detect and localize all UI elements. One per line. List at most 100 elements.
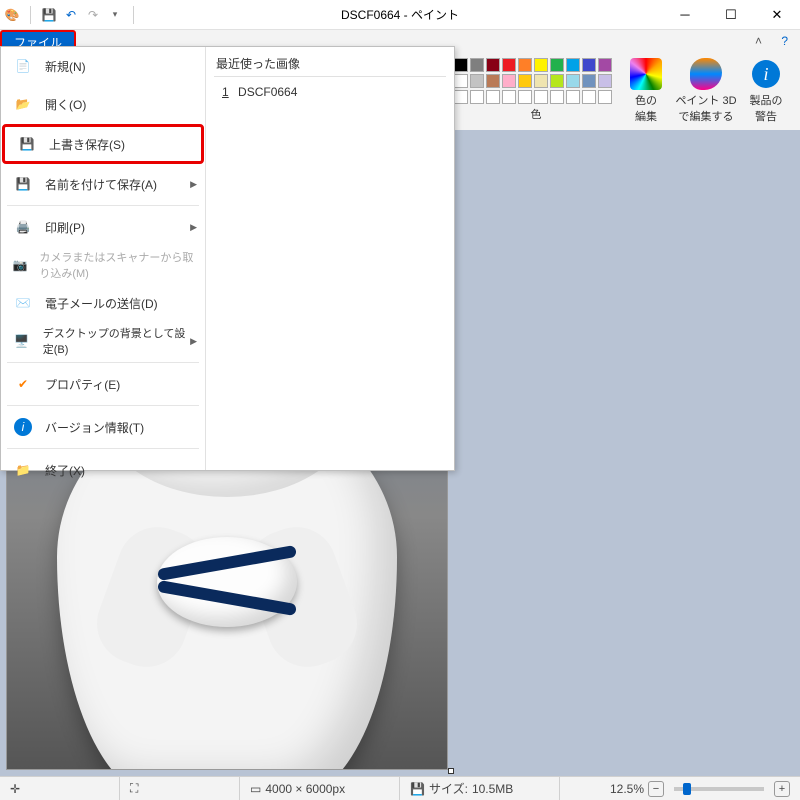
collapse-ribbon-icon[interactable]: ˄	[755, 34, 762, 48]
color-swatch[interactable]	[470, 90, 484, 104]
menu-open[interactable]: 📂 開く(O)	[1, 85, 205, 123]
size-label: サイズ:	[429, 780, 468, 797]
help-icon[interactable]: ?	[781, 34, 788, 48]
zoom-out-button[interactable]: −	[648, 781, 664, 797]
color-swatch[interactable]	[486, 90, 500, 104]
menu-open-label: 開く(O)	[45, 96, 86, 113]
info-icon: i	[11, 415, 35, 439]
color-wheel-icon	[630, 58, 662, 90]
wallpaper-icon: 🖥️	[11, 329, 33, 353]
menu-properties[interactable]: ✔ プロパティ(E)	[1, 365, 205, 403]
color-swatch[interactable]	[598, 74, 612, 88]
color-swatch[interactable]	[502, 74, 516, 88]
minimize-button[interactable]: ─	[662, 0, 708, 30]
zoom-slider[interactable]	[674, 787, 764, 791]
zoom-in-button[interactable]: +	[774, 781, 790, 797]
paint3d-icon	[690, 58, 722, 90]
cursor-icon: ✛	[10, 782, 20, 796]
size-value: 10.5MB	[472, 782, 513, 796]
save-qat-icon[interactable]: 💾	[41, 7, 57, 23]
menu-save-label: 上書き保存(S)	[49, 136, 125, 153]
maximize-button[interactable]: ☐	[708, 0, 754, 30]
selection-icon: ⛶	[130, 781, 138, 796]
file-menu-commands: 📄 新規(N) 📂 開く(O) 💾 上書き保存(S) 💾 名前を付けて保存(A)…	[1, 47, 206, 470]
color-swatch[interactable]	[582, 74, 596, 88]
submenu-arrow-icon: ▶	[190, 336, 197, 347]
color-swatch[interactable]	[518, 90, 532, 104]
qat-dropdown-icon[interactable]: ▾	[107, 7, 123, 23]
paint-app-icon: 🎨	[4, 7, 20, 23]
color-swatch[interactable]	[518, 74, 532, 88]
color-swatch[interactable]	[502, 90, 516, 104]
menu-wallpaper[interactable]: 🖥️ デスクトップの背景として設定(B) ▶	[1, 322, 205, 360]
menu-about-label: バージョン情報(T)	[45, 419, 144, 436]
color-swatch[interactable]	[518, 58, 532, 72]
color-swatch[interactable]	[534, 58, 548, 72]
menu-save[interactable]: 💾 上書き保存(S)	[2, 124, 204, 164]
color-swatch[interactable]	[598, 90, 612, 104]
recent-file-index: 1	[222, 85, 229, 99]
menu-properties-label: プロパティ(E)	[45, 376, 120, 393]
menu-scanner: 📷 カメラまたはスキャナーから取り込み(M)	[1, 246, 205, 284]
disk-icon: 💾	[410, 782, 425, 796]
color-swatch[interactable]	[486, 74, 500, 88]
paint3d-button[interactable]: ペイント 3D で編集する	[674, 58, 738, 124]
color-swatch[interactable]	[454, 90, 468, 104]
submenu-arrow-icon: ▶	[190, 222, 197, 233]
save-as-icon: 💾	[11, 172, 35, 196]
edit-colors-button[interactable]: 色の 編集	[620, 58, 672, 124]
color-swatch[interactable]	[550, 74, 564, 88]
recent-files-header: 最近使った画像	[214, 51, 446, 77]
color-swatch[interactable]	[534, 74, 548, 88]
redo-icon[interactable]: ↷	[85, 7, 101, 23]
file-menu: 📄 新規(N) 📂 開く(O) 💾 上書き保存(S) 💾 名前を付けて保存(A)…	[0, 46, 455, 471]
paint3d-label: ペイント 3D で編集する	[674, 92, 738, 124]
color-swatch[interactable]	[566, 58, 580, 72]
menu-about[interactable]: i バージョン情報(T)	[1, 408, 205, 446]
window-title: DSCF0664 - ペイント	[138, 6, 662, 23]
colors-group-label: 色	[454, 106, 618, 122]
color-swatch[interactable]	[470, 74, 484, 88]
color-swatch[interactable]	[454, 74, 468, 88]
file-size: 💾 サイズ: 10.5MB	[400, 777, 560, 800]
menu-scanner-label: カメラまたはスキャナーから取り込み(M)	[39, 249, 195, 281]
color-swatch[interactable]	[582, 58, 596, 72]
zoom-controls: 12.5% − +	[600, 777, 800, 800]
color-swatch[interactable]	[598, 58, 612, 72]
color-swatch[interactable]	[454, 58, 468, 72]
scanner-icon: 📷	[11, 253, 29, 277]
menu-print-label: 印刷(P)	[45, 219, 85, 236]
color-swatch[interactable]	[566, 74, 580, 88]
file-menu-recent: 最近使った画像 1 DSCF0664	[206, 47, 454, 470]
info-icon: i	[750, 58, 782, 90]
cursor-position: ✛	[0, 777, 120, 800]
printer-icon: 🖨️	[11, 215, 35, 239]
new-file-icon: 📄	[11, 54, 35, 78]
recent-file-item[interactable]: 1 DSCF0664	[214, 81, 446, 103]
menu-email[interactable]: ✉️ 電子メールの送信(D)	[1, 284, 205, 322]
color-swatch[interactable]	[582, 90, 596, 104]
dimensions-value: 4000 × 6000px	[265, 782, 345, 796]
menu-email-label: 電子メールの送信(D)	[45, 295, 158, 312]
product-alert-button[interactable]: i 製品の 警告	[740, 58, 792, 124]
color-swatch[interactable]	[566, 90, 580, 104]
menu-save-as[interactable]: 💾 名前を付けて保存(A) ▶	[1, 165, 205, 203]
undo-icon[interactable]: ↶	[63, 7, 79, 23]
status-bar: ✛ ⛶ ▭ 4000 × 6000px 💾 サイズ: 10.5MB 12.5% …	[0, 776, 800, 800]
color-swatch[interactable]	[550, 58, 564, 72]
menu-print[interactable]: 🖨️ 印刷(P) ▶	[1, 208, 205, 246]
close-button[interactable]: ✕	[754, 0, 800, 30]
menu-exit[interactable]: 📁 終了(X)	[1, 451, 205, 489]
menu-wallpaper-label: デスクトップの背景として設定(B)	[43, 325, 195, 357]
menu-exit-label: 終了(X)	[45, 462, 85, 479]
open-folder-icon: 📂	[11, 92, 35, 116]
color-swatch[interactable]	[550, 90, 564, 104]
color-swatch[interactable]	[486, 58, 500, 72]
color-swatch[interactable]	[534, 90, 548, 104]
checkmark-icon: ✔	[11, 372, 35, 396]
color-swatch[interactable]	[502, 58, 516, 72]
zoom-value: 12.5%	[610, 782, 644, 796]
color-swatch[interactable]	[470, 58, 484, 72]
resize-handle[interactable]	[448, 768, 454, 774]
menu-new[interactable]: 📄 新規(N)	[1, 47, 205, 85]
